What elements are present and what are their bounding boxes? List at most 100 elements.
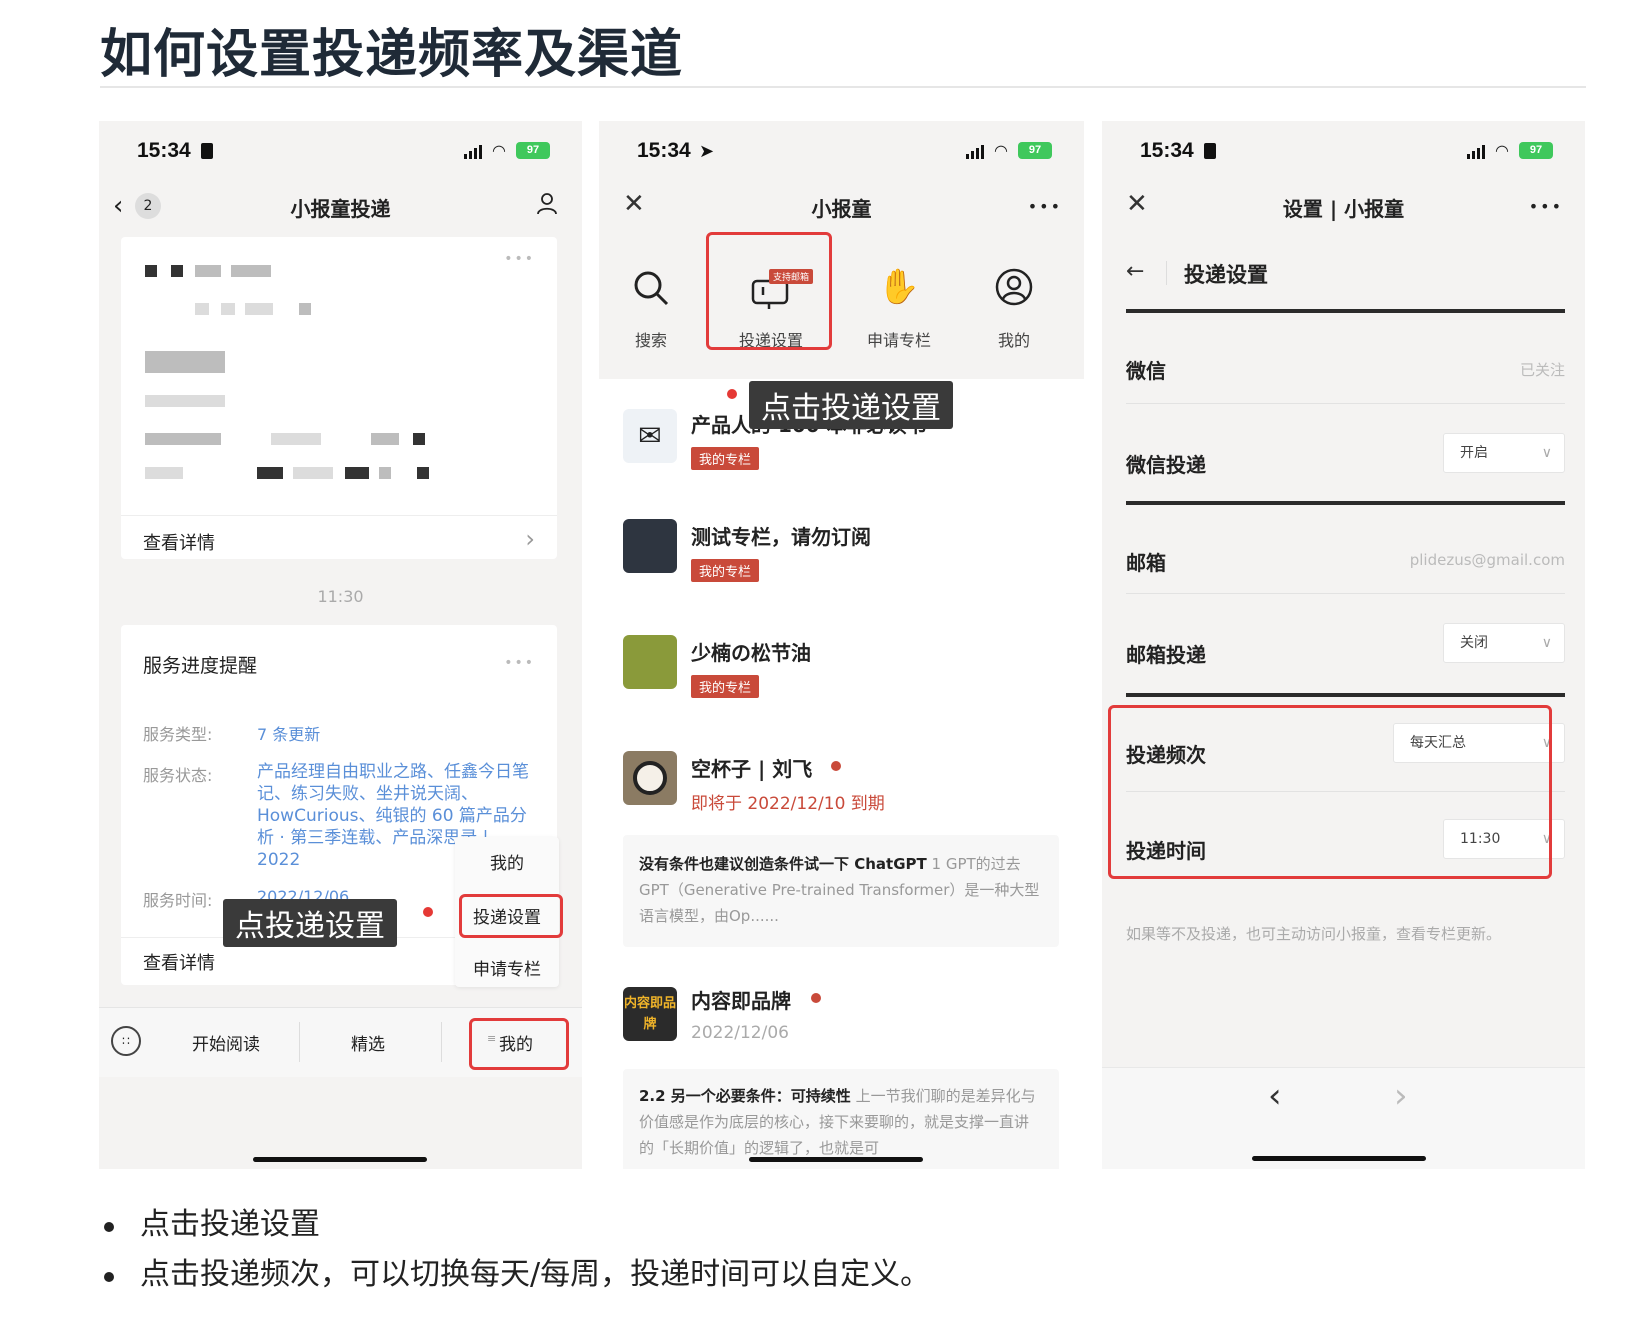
card-title: 服务进度提醒 xyxy=(143,655,258,677)
list-item[interactable]: 空杯子 | 刘飞 即将于 2022/12/10 到期 xyxy=(599,729,1084,819)
user-circle-icon xyxy=(994,267,1034,307)
status-time: 15:34 xyxy=(1140,139,1194,162)
brand-avatar: 内容即品牌 xyxy=(623,987,677,1041)
cup-avatar xyxy=(623,751,677,805)
email-push-label: 邮箱投递 xyxy=(1126,643,1206,667)
status-bar: 15:34 ◠ 97 xyxy=(1102,121,1585,181)
instruction-item: 点击投递设置 xyxy=(104,1200,930,1250)
email-push-select[interactable]: 关闭 ∨ xyxy=(1443,623,1565,663)
arrow-left-icon[interactable]: ← xyxy=(1126,259,1144,284)
sim-icon xyxy=(201,143,213,159)
phone-screen-miniprogram: 15:34 ➤ ◠ 97 ✕ 小报童 ••• 搜索 支持邮箱 投递设置 ✋ 申请… xyxy=(599,121,1084,1169)
wifi-icon: ◠ xyxy=(994,141,1008,160)
signal-icon xyxy=(1467,143,1486,159)
email-label: 邮箱 xyxy=(1126,551,1166,575)
forward-arrow-icon[interactable]: › xyxy=(1394,1076,1408,1116)
home-indicator xyxy=(253,1157,427,1162)
status-time: 15:34 xyxy=(637,139,691,162)
highlight-box xyxy=(706,232,832,350)
article-preview[interactable]: 没有条件也建议创造条件试一下 ChatGPT 1 GPT的过去GPT（Gener… xyxy=(623,835,1059,947)
nav-bar: ‹ 2 小报童投递 xyxy=(99,181,582,237)
my-column-tag: 我的专栏 xyxy=(691,675,760,698)
my-column-tag: 我的专栏 xyxy=(691,447,760,470)
instruction-list: 点击投递设置 点击投递频次，可以切换每天/每周，投递时间可以自定义。 xyxy=(104,1200,930,1300)
battery-icon: 97 xyxy=(1519,142,1553,159)
keyboard-icon[interactable]: ∷ xyxy=(111,1026,141,1056)
pointer-dot xyxy=(727,389,737,399)
nav-bar: ✕ 小报童 ••• xyxy=(599,181,1084,237)
wechat-push-select[interactable]: 开启 ∨ xyxy=(1443,433,1565,473)
location-arrow-icon: ➤ xyxy=(699,141,715,162)
service-time-label: 服务时间: xyxy=(143,891,213,910)
more-icon[interactable]: ••• xyxy=(504,251,535,267)
chevron-down-icon: ∨ xyxy=(1541,635,1552,651)
list-item[interactable]: 少楠の松节油 我的专栏 xyxy=(599,613,1084,729)
tab-start-reading[interactable]: 开始阅读 xyxy=(161,1030,291,1055)
status-bar: 15:34 ◠ 97 xyxy=(99,121,582,181)
settings-panel: ← 投递设置 微信 已关注 微信投递 开启 ∨ 邮箱 plidezus@gmai… xyxy=(1102,237,1585,1067)
nav-title: 小报童 xyxy=(811,197,872,221)
home-indicator xyxy=(749,1157,923,1162)
user-icon[interactable] xyxy=(536,191,558,215)
back-arrow-icon[interactable]: ‹ xyxy=(1268,1076,1282,1116)
annotation-tooltip: 点投递设置 xyxy=(223,899,397,947)
title-divider xyxy=(100,86,1586,88)
highlight-box xyxy=(1108,705,1552,879)
action-apply-column[interactable]: ✋ 申请专栏 xyxy=(849,257,949,357)
highlight-box xyxy=(469,1018,569,1070)
night-avatar xyxy=(623,519,677,573)
annotation-tooltip: 点击投递设置 xyxy=(749,381,953,429)
phone-screen-settings: 15:34 ◠ 97 ✕ 设置 | 小报童 ••• ← 投递设置 微信 已关注 … xyxy=(1102,121,1585,1169)
list-item[interactable]: 内容即品牌 内容即品牌 2022/12/06 xyxy=(599,961,1084,1061)
battery-icon: 97 xyxy=(516,142,550,159)
column-list: ✉ 产品人的 100 本非必读书 我的专栏 测试专栏，请勿订阅 我的专栏 少楠の… xyxy=(599,379,1084,1169)
battery-icon: 97 xyxy=(1018,142,1052,159)
portrait-avatar xyxy=(623,635,677,689)
popup-item-mine[interactable]: 我的 xyxy=(455,849,559,874)
action-mine[interactable]: 我的 xyxy=(969,257,1059,357)
popup-item-apply-column[interactable]: 申请专栏 xyxy=(455,955,559,980)
list-item[interactable]: 测试专栏，请勿订阅 我的专栏 xyxy=(599,497,1084,613)
action-search[interactable]: 搜索 xyxy=(619,257,683,357)
tab-featured[interactable]: 精选 xyxy=(303,1030,433,1055)
wifi-icon: ◠ xyxy=(492,141,506,160)
wechat-label: 微信 xyxy=(1126,359,1166,383)
wechat-push-label: 微信投递 xyxy=(1126,453,1206,477)
view-details-link[interactable]: 查看详情 xyxy=(143,529,215,555)
my-column-tag: 我的专栏 xyxy=(691,559,760,582)
more-icon[interactable]: ••• xyxy=(1529,197,1563,216)
wifi-icon: ◠ xyxy=(1495,141,1509,160)
wechat-status: 已关注 xyxy=(1519,361,1565,379)
phone-screen-chat: 15:34 ◠ 97 ‹ 2 小报童投递 ••• 查看详情 › 11:30 服务… xyxy=(99,121,582,1169)
more-icon[interactable]: ••• xyxy=(504,655,535,671)
unread-dot xyxy=(811,993,821,1003)
more-icon[interactable]: ••• xyxy=(1028,197,1062,216)
message-timestamp: 11:30 xyxy=(317,587,364,606)
chevron-right-icon[interactable]: › xyxy=(525,525,535,553)
section-title: 投递设置 xyxy=(1184,263,1268,287)
chevron-down-icon: ∨ xyxy=(1541,445,1552,461)
home-indicator xyxy=(1252,1156,1426,1161)
signal-icon xyxy=(966,143,985,159)
message-card-blurred: ••• 查看详情 › xyxy=(121,237,557,559)
service-type-value[interactable]: 7 条更新 xyxy=(257,721,320,745)
email-address: plidezus@gmail.com xyxy=(1409,551,1565,569)
nav-bar: ✕ 设置 | 小报童 ••• xyxy=(1102,181,1585,237)
article-preview[interactable]: 2.2 另一个必要条件：可持续性 上一节我们聊的是差异化与价值感是作为底层的核心… xyxy=(623,1069,1059,1169)
helper-note: 如果等不及投递，也可主动访问小报童，查看专栏更新。 xyxy=(1126,925,1502,943)
envelope-avatar: ✉ xyxy=(623,409,677,463)
highlight-box xyxy=(459,894,563,938)
signal-icon xyxy=(464,143,483,159)
search-icon xyxy=(632,269,670,307)
page-title: 如何设置投递频率及渠道 xyxy=(100,25,684,85)
pointer-dot xyxy=(423,907,433,917)
status-time: 15:34 xyxy=(137,139,191,162)
service-status-label: 服务状态: xyxy=(143,766,213,785)
status-bar: 15:34 ➤ ◠ 97 xyxy=(599,121,1084,181)
service-type-label: 服务类型: xyxy=(143,725,213,744)
view-details-link[interactable]: 查看详情 xyxy=(143,949,215,975)
nav-title: 小报童投递 xyxy=(290,197,391,221)
sim-icon xyxy=(1204,143,1216,159)
instruction-item: 点击投递频次，可以切换每天/每周，投递时间可以自定义。 xyxy=(104,1250,930,1300)
bottom-nav: ‹ › xyxy=(1102,1067,1585,1169)
